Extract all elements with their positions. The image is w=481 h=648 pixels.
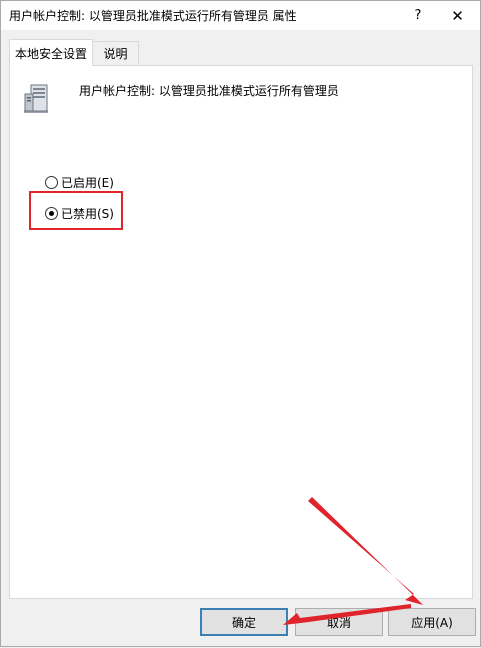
window-title: 用户帐户控制: 以管理员批准模式运行所有管理员 属性 — [9, 9, 297, 23]
apply-button[interactable]: 应用(A) — [388, 608, 476, 636]
properties-dialog: 用户帐户控制: 以管理员批准模式运行所有管理员 属性 ? ✕ 本地安全设置 说明… — [0, 0, 481, 647]
ok-button[interactable]: 确定 — [200, 608, 288, 636]
close-button[interactable]: ✕ — [435, 1, 480, 30]
cancel-button[interactable]: 取消 — [295, 608, 383, 636]
title-bar: 用户帐户控制: 以管理员批准模式运行所有管理员 属性 ? ✕ — [1, 1, 480, 30]
enabled-label: 已启用(E) — [61, 176, 114, 190]
disabled-radio[interactable] — [45, 207, 58, 220]
tab-explain[interactable]: 说明 — [92, 41, 139, 64]
tab-label: 说明 — [103, 46, 128, 61]
policy-name: 用户帐户控制: 以管理员批准模式运行所有管理员 — [79, 84, 339, 98]
tab-local-security-setting[interactable]: 本地安全设置 — [9, 39, 93, 66]
enabled-radio[interactable] — [45, 176, 58, 189]
disabled-option[interactable]: 已禁用(S) — [45, 205, 114, 222]
server-policy-icon — [24, 84, 48, 113]
disabled-label: 已禁用(S) — [61, 207, 114, 221]
tab-label: 本地安全设置 — [14, 46, 87, 61]
enabled-option[interactable]: 已启用(E) — [45, 174, 114, 191]
help-button[interactable]: ? — [401, 1, 435, 30]
settings-panel: 用户帐户控制: 以管理员批准模式运行所有管理员 已启用(E) 已禁用(S) — [9, 65, 473, 599]
